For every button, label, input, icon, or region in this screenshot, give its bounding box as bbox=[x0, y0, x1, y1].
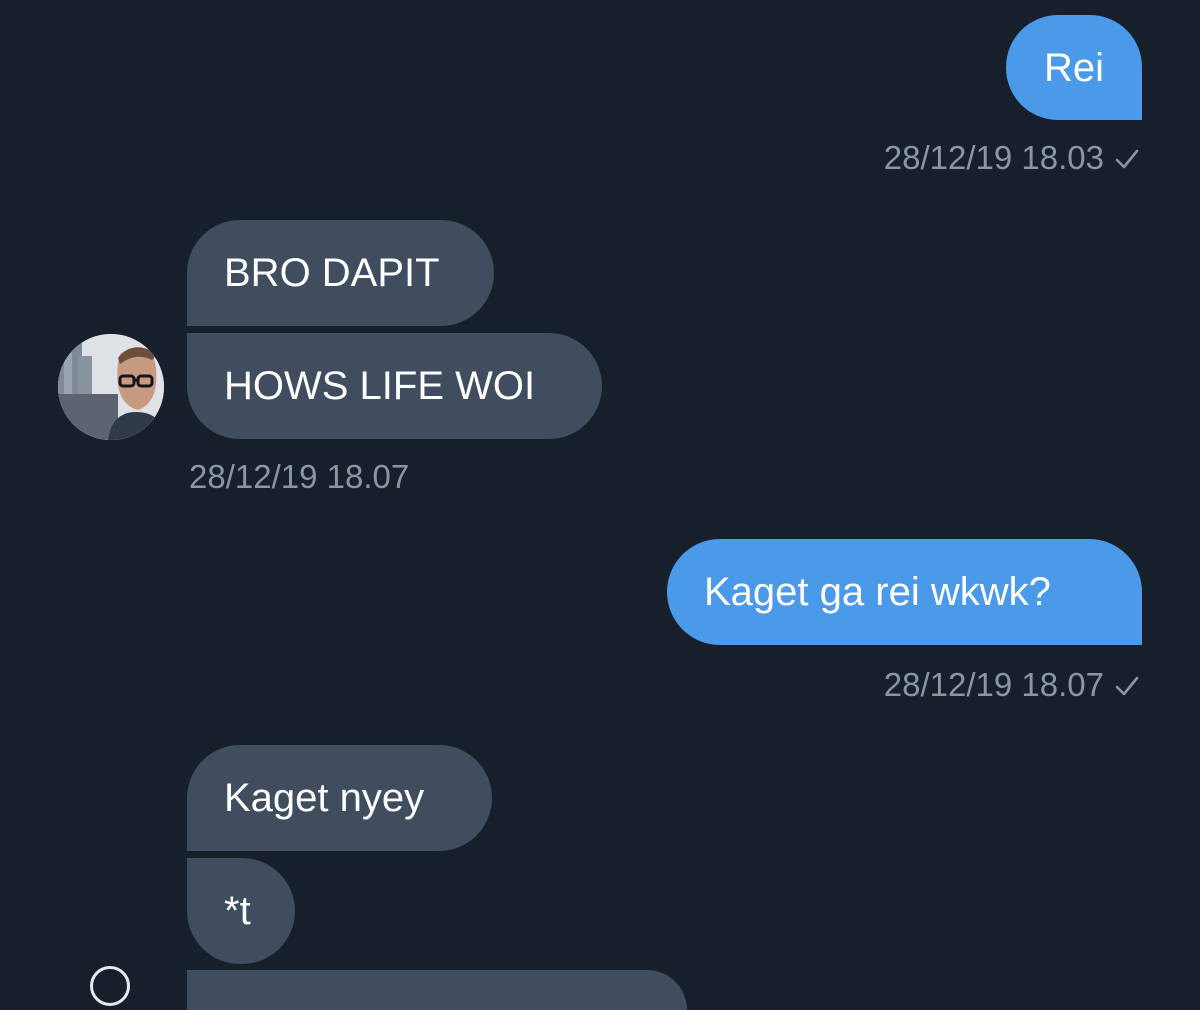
message-bubble-received[interactable]: *t bbox=[187, 858, 295, 964]
message-bubble-sent[interactable]: Kaget ga rei wkwk? bbox=[667, 539, 1142, 645]
checkmark-icon bbox=[1114, 143, 1140, 176]
avatar[interactable] bbox=[90, 966, 130, 1006]
message-text: Rei bbox=[1044, 45, 1105, 90]
message-bubble-received[interactable]: Kaget nyey bbox=[187, 745, 492, 851]
message-bubble-received[interactable] bbox=[187, 970, 687, 1010]
message-text: BRO DAPIT bbox=[224, 251, 440, 295]
message-text: HOWS LIFE WOI bbox=[224, 364, 536, 408]
avatar[interactable] bbox=[58, 334, 164, 440]
message-bubble-sent[interactable]: Rei bbox=[1006, 15, 1142, 120]
message-text: *t bbox=[224, 889, 251, 933]
message-text: Kaget ga rei wkwk? bbox=[704, 570, 1051, 614]
checkmark-icon bbox=[1114, 670, 1140, 703]
message-timestamp: 28/12/19 18.03 bbox=[884, 141, 1140, 176]
message-timestamp: 28/12/19 18.07 bbox=[189, 458, 410, 495]
message-bubble-received[interactable]: HOWS LIFE WOI bbox=[187, 333, 602, 439]
message-bubble-received[interactable]: BRO DAPIT bbox=[187, 220, 494, 326]
message-timestamp: 28/12/19 18.07 bbox=[884, 668, 1140, 703]
message-text: Kaget nyey bbox=[224, 776, 425, 820]
